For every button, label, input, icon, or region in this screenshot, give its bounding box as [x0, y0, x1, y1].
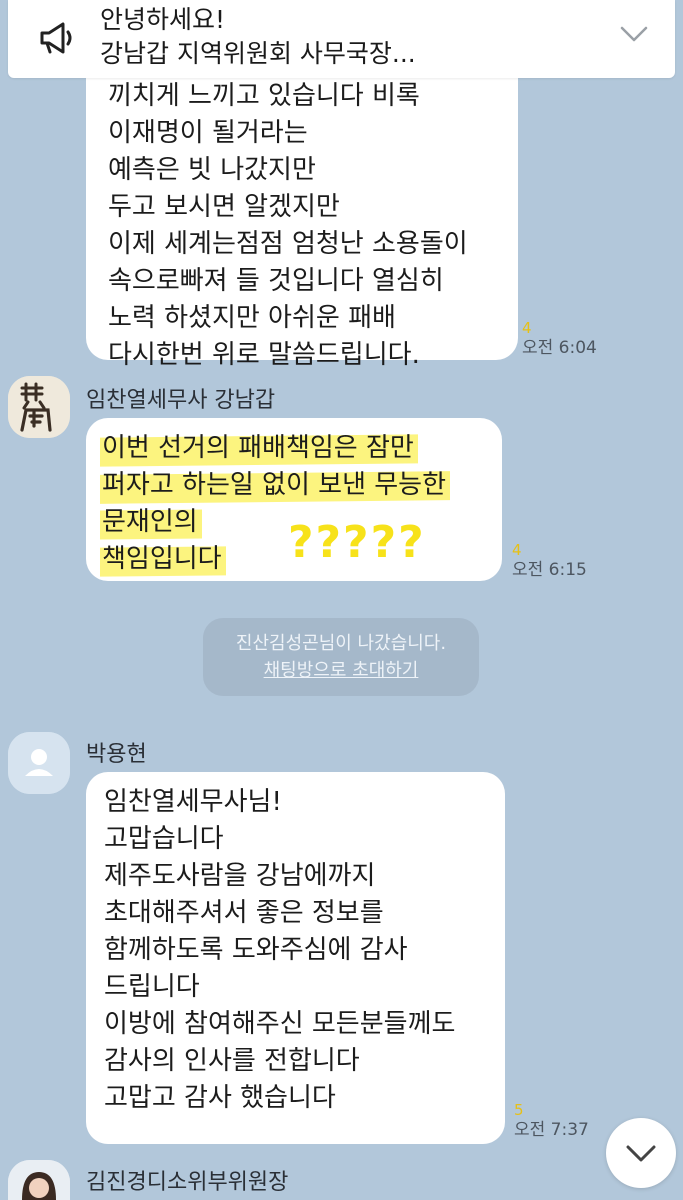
invite-link[interactable]: 채팅방으로 초대하기	[203, 657, 479, 684]
avatar[interactable]	[8, 1160, 70, 1200]
message-meta: 4 오전 6:15	[512, 540, 587, 580]
message-bubble[interactable]: 끼치게 느끼고 있습니다 비록 이재명이 될거라는 예측은 빗 나갔지만 두고 …	[86, 40, 518, 370]
system-notice: 진산김성곤님이 나갔습니다. 채팅방으로 초대하기	[203, 618, 479, 696]
system-text: 진산김성곤님이 나갔습니다.	[235, 633, 447, 654]
chevron-down-icon	[626, 1145, 656, 1162]
default-profile-icon	[8, 732, 70, 794]
message-time: 오전 6:15	[512, 560, 587, 580]
message-line: 퍼자고 하는일 없이 보낸 무능한	[102, 467, 502, 504]
message-line: 감사의 인사를 전합니다	[104, 1046, 360, 1076]
question-marks-annotation: ?????	[288, 517, 426, 568]
profile-photo-icon	[8, 1160, 70, 1200]
message-line: 초대해주셔서 좋은 정보를	[104, 898, 384, 928]
message-line: 이방에 참여해주신 모든분들께도	[104, 1009, 456, 1039]
message-line: 다시한번 위로 말씀드립니다.	[108, 340, 420, 370]
sender-name: 박용현	[86, 742, 147, 767]
message-line: 드립니다	[104, 972, 200, 1002]
message-line: 속으로빠져 들 것입니다 열심히	[108, 266, 444, 296]
avatar[interactable]	[8, 732, 70, 794]
message-line: 이재명이 될거라는	[108, 118, 308, 148]
message-meta: 4 오전 6:04	[522, 318, 597, 358]
megaphone-icon	[40, 22, 72, 54]
calligraphy-avatar-icon	[8, 376, 70, 438]
notice-text: 안녕하세요! 강남갑 지역위원회 사무국장...	[100, 3, 416, 71]
unread-count: 5	[514, 1101, 524, 1119]
message-line: 제주도사람을 강남에까지	[104, 861, 376, 891]
notice-banner[interactable]: 안녕하세요! 강남갑 지역위원회 사무국장...	[8, 0, 675, 78]
notice-line-1: 안녕하세요!	[100, 5, 226, 34]
unread-count: 4	[522, 319, 532, 337]
message-meta: 5 오전 7:37	[514, 1100, 589, 1140]
notice-line-2: 강남갑 지역위원회 사무국장...	[100, 39, 416, 68]
sender-name: 김진경디소위부위원장	[86, 1170, 289, 1195]
scroll-down-button[interactable]	[606, 1118, 676, 1188]
message-line: 고맙고 감사 했습니다	[104, 1083, 336, 1113]
message-line: 고맙습니다	[104, 824, 224, 854]
message-line: 이제 세계는점점 엄청난 소용돌이	[108, 229, 468, 259]
message-line: 이번 선거의 패배책임은 잠만	[102, 430, 502, 467]
message-line: 두고 보시면 알겠지만	[108, 192, 340, 222]
message-line: 노력 하셨지만 아쉬운 패배	[108, 303, 396, 333]
avatar[interactable]	[8, 376, 70, 438]
message-bubble[interactable]: 임찬열세무사님! 고맙습니다 제주도사람을 강남에까지 초대해주셔서 좋은 정보…	[86, 772, 505, 1144]
sender-name: 임찬열세무사 강남갑	[86, 388, 276, 413]
message-time: 오전 6:04	[522, 338, 597, 358]
message-line: 임찬열세무사님!	[104, 787, 282, 817]
message-line: 끼치게 느끼고 있습니다 비록	[108, 81, 420, 111]
unread-count: 4	[512, 541, 522, 559]
chevron-down-icon[interactable]	[619, 22, 649, 46]
message-time: 오전 7:37	[514, 1120, 589, 1140]
message-line: 함께하도록 도와주심에 감사	[104, 935, 408, 965]
message-line: 예측은 빗 나갔지만	[108, 155, 316, 185]
